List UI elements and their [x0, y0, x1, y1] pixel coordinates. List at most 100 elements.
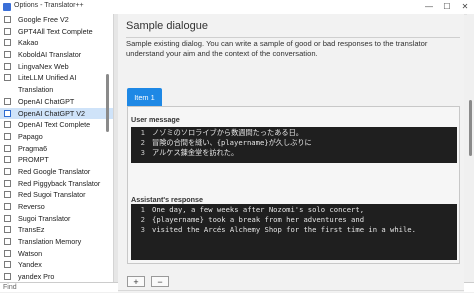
checkbox-icon[interactable]: [4, 132, 11, 140]
list-item-label: Sugoi Translator: [18, 213, 71, 223]
user-message-editor[interactable]: 1 2 3 ノゾミのソロライブから数週間たったある日。 冒険の合間を縫い、{pl…: [131, 127, 457, 163]
find-label: Find: [3, 284, 17, 291]
checkbox-icon[interactable]: [4, 121, 11, 129]
translator-list[interactable]: Google Free V2 GPT4All Text Complete Kak…: [0, 14, 113, 282]
list-item-label: OpenAI ChatGPT V2: [18, 108, 85, 118]
list-item[interactable]: GPT4All Text Complete: [0, 26, 113, 38]
checkbox-icon[interactable]: [4, 27, 11, 35]
code-line[interactable]: アルケス錬金堂を訪れた。: [152, 148, 238, 158]
checkbox-icon[interactable]: [4, 179, 11, 187]
checkbox-icon[interactable]: [4, 62, 11, 70]
line-number: 1: [140, 128, 145, 137]
line-number: 3: [140, 148, 145, 157]
heading-divider: [126, 37, 460, 38]
checkbox-icon[interactable]: [4, 261, 11, 269]
section-description: Sample existing dialog. You can write a …: [126, 39, 428, 58]
list-item-label: Google Free V2: [18, 15, 69, 24]
line-number: 1: [140, 205, 145, 214]
user-message-label: User message: [131, 115, 180, 124]
checkbox-icon[interactable]: [4, 273, 11, 281]
app-icon: [3, 3, 11, 11]
list-item-label: TransEz: [18, 225, 45, 235]
checkbox-icon[interactable]: [4, 51, 11, 59]
list-item-selected[interactable]: OpenAI ChatGPT V2: [0, 107, 113, 120]
list-item[interactable]: Yandex: [0, 259, 113, 271]
list-item-label: LiteLLM Unified AI: [18, 73, 77, 83]
list-item-label: Watson: [18, 248, 43, 258]
list-item-label: Pragma6: [18, 143, 48, 153]
tab-item-1[interactable]: Item 1: [127, 88, 162, 106]
list-item-label: Red Piggyback Translator: [18, 178, 101, 188]
code-line[interactable]: ノゾミのソロライブから数週間たったある日。: [152, 128, 303, 138]
checkbox-icon[interactable]: [4, 191, 11, 199]
list-item[interactable]: Red Piggyback Translator: [0, 178, 113, 190]
main-scrollbar-thumb[interactable]: [469, 100, 472, 156]
list-item[interactable]: Sugoi Translator: [0, 213, 113, 225]
list-item[interactable]: Reverso: [0, 201, 113, 213]
list-item-label: Translation Memory: [18, 237, 82, 247]
checkbox-icon[interactable]: [4, 167, 11, 175]
checkbox-icon[interactable]: [4, 203, 11, 210]
checkbox-icon[interactable]: [4, 226, 11, 234]
checkbox-icon[interactable]: [4, 109, 11, 117]
list-item-label: LingvaNex Web: [18, 61, 69, 71]
list-item[interactable]: Red Sugoi Translator: [0, 189, 113, 201]
list-item-label: Yandex: [18, 260, 42, 270]
assistant-response-label: Assistant's response: [131, 195, 204, 204]
window-title: Options - Translator++: [14, 2, 84, 9]
list-item-label: OpenAI ChatGPT: [18, 96, 75, 106]
list-item[interactable]: Watson: [0, 248, 113, 260]
list-item[interactable]: KoboldAI Translator: [0, 49, 113, 61]
list-item[interactable]: Google Free V2: [0, 14, 113, 26]
add-item-button[interactable]: +: [127, 276, 145, 287]
maximize-icon[interactable]: ☐: [438, 0, 456, 14]
list-item[interactable]: PROMPT: [0, 154, 113, 166]
list-item-label: Red Google Translator: [18, 166, 91, 176]
remove-item-button[interactable]: −: [151, 276, 169, 287]
line-number: 3: [140, 225, 145, 234]
sidebar-scrollbar-thumb[interactable]: [106, 74, 109, 132]
checkbox-icon[interactable]: [4, 97, 11, 105]
section-heading: Sample dialogue: [126, 20, 208, 32]
list-item[interactable]: OpenAI ChatGPT: [0, 96, 113, 108]
main-scrollbar[interactable]: [467, 14, 474, 282]
assistant-response-editor[interactable]: 1 2 3 One day, a few weeks after Nozomi'…: [131, 204, 457, 260]
list-item[interactable]: Red Google Translator: [0, 166, 113, 178]
checkbox-icon[interactable]: [4, 238, 11, 246]
list-item[interactable]: OpenAI Text Complete: [0, 119, 113, 131]
minimize-icon[interactable]: —: [420, 0, 438, 14]
list-item-label: Translation: [18, 85, 54, 95]
code-line[interactable]: One day, a few weeks after Nozomi's solo…: [152, 205, 364, 214]
list-item-label: GPT4All Text Complete: [18, 26, 93, 36]
list-item-label: Reverso: [18, 202, 45, 211]
list-item[interactable]: Kakao: [0, 37, 113, 49]
list-item[interactable]: Pragma6: [0, 143, 113, 155]
list-item-label: Red Sugoi Translator: [18, 190, 86, 200]
checkbox-icon[interactable]: [4, 144, 11, 152]
code-line[interactable]: {playername} took a break from her adven…: [152, 215, 364, 224]
checkbox-icon[interactable]: [4, 39, 11, 47]
close-icon[interactable]: ✕: [456, 0, 474, 14]
list-item[interactable]: TransEz: [0, 224, 113, 236]
title-bar: Options - Translator++ — ☐ ✕: [0, 0, 474, 15]
list-item[interactable]: Papago: [0, 131, 113, 143]
list-item[interactable]: Translation Memory: [0, 236, 113, 248]
checkbox-icon[interactable]: [4, 214, 11, 222]
list-item-label: PROMPT: [18, 155, 49, 165]
list-item[interactable]: LiteLLM Unified AI: [0, 72, 113, 84]
list-item-label: OpenAI Text Complete: [18, 120, 91, 130]
checkbox-icon[interactable]: [4, 74, 11, 82]
line-number: 2: [140, 138, 145, 147]
checkbox-icon[interactable]: [4, 249, 11, 257]
checkbox-icon[interactable]: [4, 156, 11, 164]
list-item-label: yandex Pro: [18, 272, 55, 282]
list-item[interactable]: LingvaNex Web: [0, 61, 113, 73]
list-item-continuation[interactable]: Translation: [0, 84, 113, 96]
settings-panel: Sample dialogue Sample existing dialog. …: [118, 14, 464, 292]
list-item[interactable]: yandex Pro: [0, 271, 113, 282]
checkbox-icon[interactable]: [4, 16, 11, 23]
code-line[interactable]: 冒険の合間を縫い、{playername}が久しぶりに: [152, 138, 312, 148]
code-line[interactable]: visited the Arcés Alchemy Shop for the f…: [152, 225, 416, 234]
dialogue-item-panel: User message 1 2 3 ノゾミのソロライブから数週間たったある日。…: [127, 106, 460, 264]
bottom-divider: [118, 290, 464, 291]
